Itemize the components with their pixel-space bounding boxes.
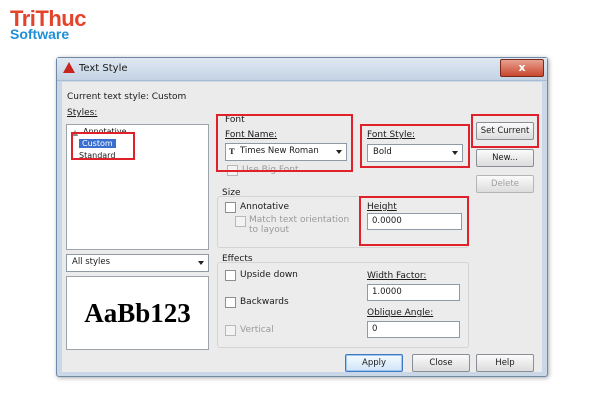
- oblique-angle-value: 0: [372, 324, 378, 334]
- backwards-label: Backwards: [240, 297, 289, 307]
- chevron-down-icon: [198, 261, 204, 265]
- upside-down-checkbox[interactable]: [225, 270, 236, 281]
- text-style-dialog: Text Style x Current text style: Custom …: [56, 57, 548, 377]
- new-button[interactable]: New...: [476, 149, 534, 167]
- styles-label: Styles:: [67, 108, 98, 118]
- width-factor-label: Width Factor:: [367, 271, 427, 281]
- apply-button[interactable]: Apply: [345, 354, 403, 372]
- vertical-checkbox[interactable]: [225, 325, 236, 336]
- oblique-angle-input[interactable]: 0: [367, 321, 460, 338]
- width-factor-value: 1.0000: [372, 287, 402, 297]
- current-style-label: Current text style: Custom: [67, 92, 187, 102]
- match-orientation-label-2: to layout: [249, 225, 289, 235]
- preview-text: AaBb123: [84, 298, 191, 328]
- highlight-custom: [71, 132, 135, 160]
- highlight-set-current: [471, 114, 539, 148]
- match-orientation-label-1: Match text orientation: [249, 215, 350, 225]
- highlight-font-name: [216, 114, 353, 172]
- match-orientation-checkbox[interactable]: [235, 216, 246, 227]
- styles-filter-value: All styles: [72, 257, 111, 267]
- backwards-checkbox[interactable]: [225, 297, 236, 308]
- window-close-button[interactable]: x: [500, 59, 544, 77]
- width-factor-input[interactable]: 1.0000: [367, 284, 460, 301]
- close-button[interactable]: Close: [412, 354, 470, 372]
- oblique-angle-label: Oblique Angle:: [367, 308, 434, 318]
- annotative-checkbox[interactable]: [225, 202, 236, 213]
- styles-filter-dropdown[interactable]: All styles: [66, 254, 209, 272]
- vertical-label: Vertical: [240, 325, 274, 335]
- brand-logo-line2: Software: [10, 26, 70, 42]
- window-title: Text Style: [79, 63, 128, 74]
- title-bar[interactable]: Text Style x: [57, 58, 547, 81]
- highlight-height: [359, 196, 469, 246]
- preview-box: AaBb123: [66, 276, 209, 350]
- delete-button[interactable]: Delete: [476, 175, 534, 193]
- highlight-font-style: [360, 124, 470, 168]
- autocad-app-icon: [63, 62, 75, 73]
- dialog-body: Current text style: Custom Styles: ▲ Ann…: [62, 82, 542, 372]
- help-button[interactable]: Help: [476, 354, 534, 372]
- upside-down-label: Upside down: [240, 270, 298, 280]
- annotative-label: Annotative: [240, 202, 290, 212]
